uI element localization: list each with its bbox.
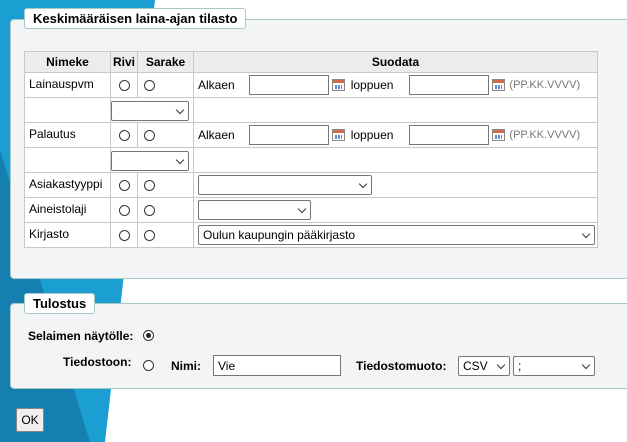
- stats-table: Nimeke Rivi Sarake Suodata Lainauspvm Al…: [24, 51, 598, 248]
- palautus-column-radio[interactable]: [144, 130, 155, 142]
- table-row: Lainauspvm Alkaen loppuen (PP.KK.VVVV): [24, 72, 598, 98]
- palautus-select[interactable]: [111, 150, 189, 171]
- file-output-label: Tiedostoon:: [63, 355, 132, 369]
- row-label-kirjasto: Kirjasto: [24, 222, 111, 248]
- header-name: Nimeke: [24, 51, 111, 73]
- palautus-from-label: Alkaen: [198, 128, 235, 142]
- palautus-row-radio[interactable]: [118, 130, 130, 142]
- calendar-icon[interactable]: [492, 79, 506, 91]
- row-label-palautus: Palautus: [24, 122, 111, 148]
- chevron-down-icon: [175, 155, 185, 164]
- lainauspvm-row-radio[interactable]: [118, 80, 130, 92]
- calendar-icon[interactable]: [331, 129, 345, 141]
- table-row: [24, 147, 598, 173]
- header-filter: Suodata: [193, 51, 598, 73]
- row-label-aineistolaji: Aineistolaji: [24, 197, 111, 223]
- date-format-hint: (PP.KK.VVVV): [509, 129, 581, 141]
- table-row: Palautus Alkaen loppuen (PP.KK.VVVV): [24, 122, 598, 148]
- stats-panel-title: Keskimääräisen laina-ajan tilasto: [24, 8, 247, 29]
- table-row: [24, 97, 598, 123]
- asiakastyyppi-select[interactable]: [198, 175, 372, 195]
- kirjasto-select[interactable]: Oulun kaupungin pääkirjasto: [198, 225, 595, 245]
- table-row: Asiakastyyppi: [24, 172, 598, 198]
- chevron-down-icon: [358, 179, 368, 189]
- output-panel-title: Tulostus: [24, 293, 96, 314]
- table-row: Aineistolaji: [24, 197, 598, 223]
- chevron-down-icon: [496, 360, 506, 370]
- browser-output-radio[interactable]: [143, 330, 154, 341]
- row-label-asiakastyyppi: Asiakastyyppi: [24, 172, 111, 198]
- lainauspvm-from-input[interactable]: [248, 75, 329, 95]
- lainauspvm-to-label: loppuen: [350, 78, 394, 92]
- file-format-select[interactable]: CSV: [458, 356, 510, 376]
- lainauspvm-column-radio[interactable]: [144, 80, 155, 92]
- chevron-down-icon: [581, 229, 591, 239]
- output-panel: [10, 303, 627, 389]
- palautus-from-input[interactable]: [248, 125, 329, 145]
- asiakastyyppi-row-radio[interactable]: [118, 180, 130, 192]
- lainauspvm-from-label: Alkaen: [198, 78, 235, 92]
- table-header-row: Nimeke Rivi Sarake Suodata: [24, 51, 598, 73]
- calendar-icon[interactable]: [492, 129, 506, 141]
- file-name-label: Nimi:: [171, 359, 201, 373]
- asiakastyyppi-column-radio[interactable]: [144, 180, 155, 192]
- file-format-label: Tiedostomuoto:: [356, 359, 447, 373]
- ok-button[interactable]: OK: [16, 408, 44, 432]
- palautus-to-label: loppuen: [350, 128, 394, 142]
- date-format-hint: (PP.KK.VVVV): [509, 79, 581, 91]
- aineistolaji-select[interactable]: [198, 200, 311, 220]
- chevron-down-icon: [297, 204, 307, 214]
- aineistolaji-column-radio[interactable]: [144, 205, 155, 217]
- chevron-down-icon: [175, 105, 185, 114]
- stats-panel: Nimeke Rivi Sarake Suodata Lainauspvm Al…: [10, 19, 627, 279]
- browser-output-label: Selaimen näytölle:: [28, 329, 134, 343]
- kirjasto-column-radio[interactable]: [144, 230, 155, 242]
- palautus-to-input[interactable]: [409, 125, 490, 145]
- table-row: Kirjasto Oulun kaupungin pääkirjasto: [24, 222, 598, 248]
- aineistolaji-row-radio[interactable]: [118, 205, 130, 217]
- file-name-input[interactable]: [213, 355, 341, 376]
- calendar-icon[interactable]: [331, 79, 345, 91]
- kirjasto-row-radio[interactable]: [118, 230, 130, 242]
- separator-select[interactable]: ;: [513, 356, 595, 376]
- chevron-down-icon: [581, 360, 591, 370]
- lainauspvm-select[interactable]: [111, 100, 189, 121]
- header-column: Sarake: [137, 51, 194, 73]
- lainauspvm-to-input[interactable]: [409, 75, 490, 95]
- row-label-lainauspvm: Lainauspvm: [24, 72, 111, 98]
- header-row: Rivi: [110, 51, 138, 73]
- file-output-radio[interactable]: [143, 360, 154, 371]
